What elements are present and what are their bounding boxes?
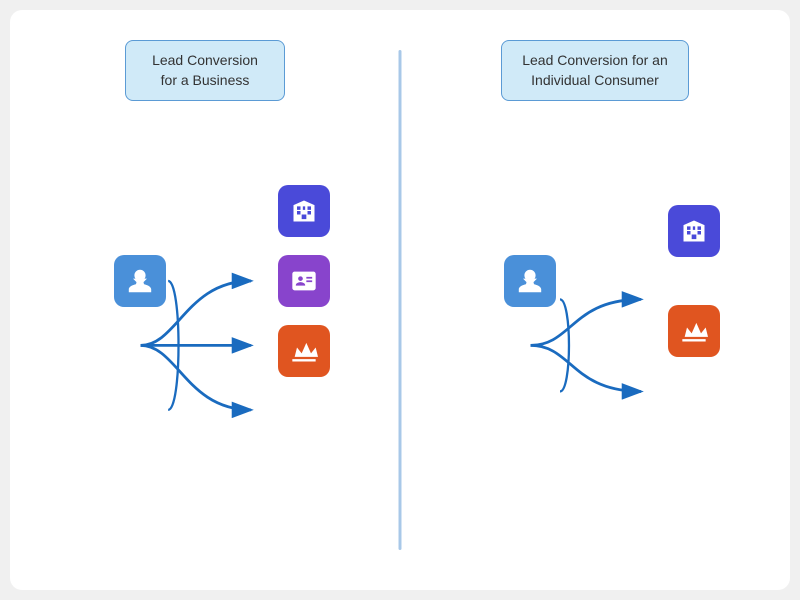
left-opportunity-icon [278, 325, 330, 377]
right-title-box: Lead Conversion for an Individual Consum… [501, 40, 689, 101]
left-title-box: Lead Conversion for a Business [125, 40, 285, 101]
right-title-text2: Individual Consumer [531, 72, 659, 88]
left-title-text2: for a Business [161, 72, 250, 88]
left-account-icon [278, 185, 330, 237]
right-title-text: Lead Conversion for an [522, 52, 668, 68]
left-diagram [30, 121, 380, 570]
left-panel: Lead Conversion for a Business [10, 10, 400, 590]
left-title-text: Lead Conversion [152, 52, 258, 68]
right-panel: Lead Conversion for an Individual Consum… [400, 10, 790, 590]
left-lead-icon [114, 255, 166, 307]
right-diagram [420, 121, 770, 570]
right-opportunity-icon [668, 305, 720, 357]
main-container: Lead Conversion for a Business [10, 10, 790, 590]
right-lead-icon [504, 255, 556, 307]
left-contact-icon [278, 255, 330, 307]
right-account-icon [668, 205, 720, 257]
